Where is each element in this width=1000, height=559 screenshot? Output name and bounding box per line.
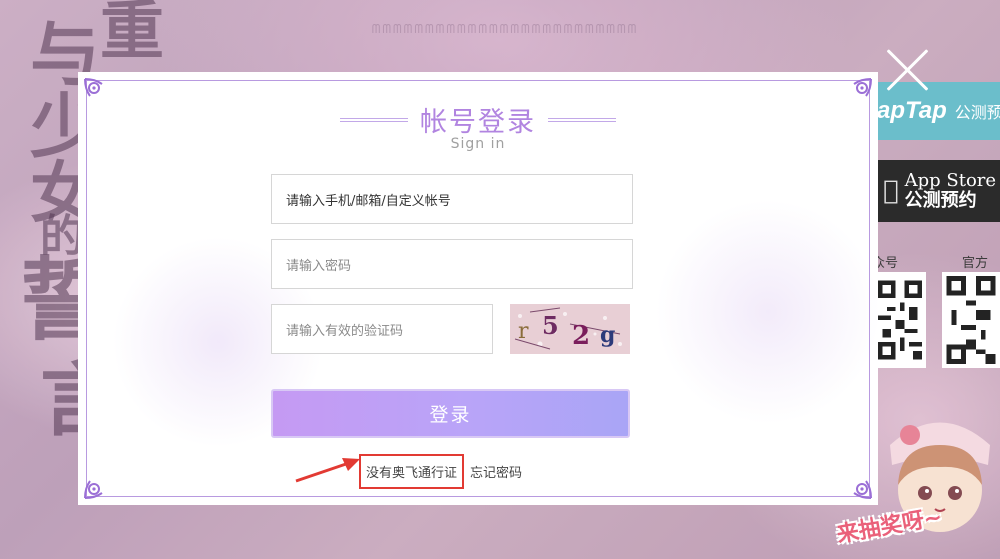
corner-ornament-icon xyxy=(82,475,108,501)
annotation-arrow-icon xyxy=(295,458,360,483)
login-links: 没有奥飞通行证 忘记密码 xyxy=(359,453,522,489)
captcha-char: r xyxy=(518,319,529,344)
close-icon[interactable] xyxy=(884,46,932,94)
modal-title-row: 帐号登录 xyxy=(78,100,878,139)
captcha-char: 5 xyxy=(542,311,559,340)
password-input[interactable]: 请输入密码 xyxy=(271,239,633,289)
login-button[interactable]: 登录 xyxy=(271,389,630,438)
account-input[interactable]: 请输入手机/邮箱/自定义帐号 xyxy=(271,174,633,224)
forgot-password-link[interactable]: 忘记密码 xyxy=(470,462,522,481)
login-modal: 帐号登录 Sign in 请输入手机/邮箱/自定义帐号 请输入密码 请输入有效的… xyxy=(78,72,878,505)
captcha-char: g xyxy=(600,322,615,348)
captcha-input[interactable]: 请输入有效的验证码 xyxy=(271,304,493,354)
modal-subtitle: Sign in xyxy=(450,136,506,152)
captcha-image[interactable]: r 5 2 g xyxy=(510,304,630,354)
corner-ornament-icon xyxy=(848,475,874,501)
modal-title: 帐号登录 xyxy=(420,107,536,138)
corner-ornament-icon xyxy=(82,76,108,102)
corner-ornament-icon xyxy=(848,76,874,102)
captcha-char: 2 xyxy=(572,321,590,351)
register-link[interactable]: 没有奥飞通行证 xyxy=(359,453,465,489)
title-divider xyxy=(548,117,616,123)
title-divider xyxy=(340,117,408,123)
